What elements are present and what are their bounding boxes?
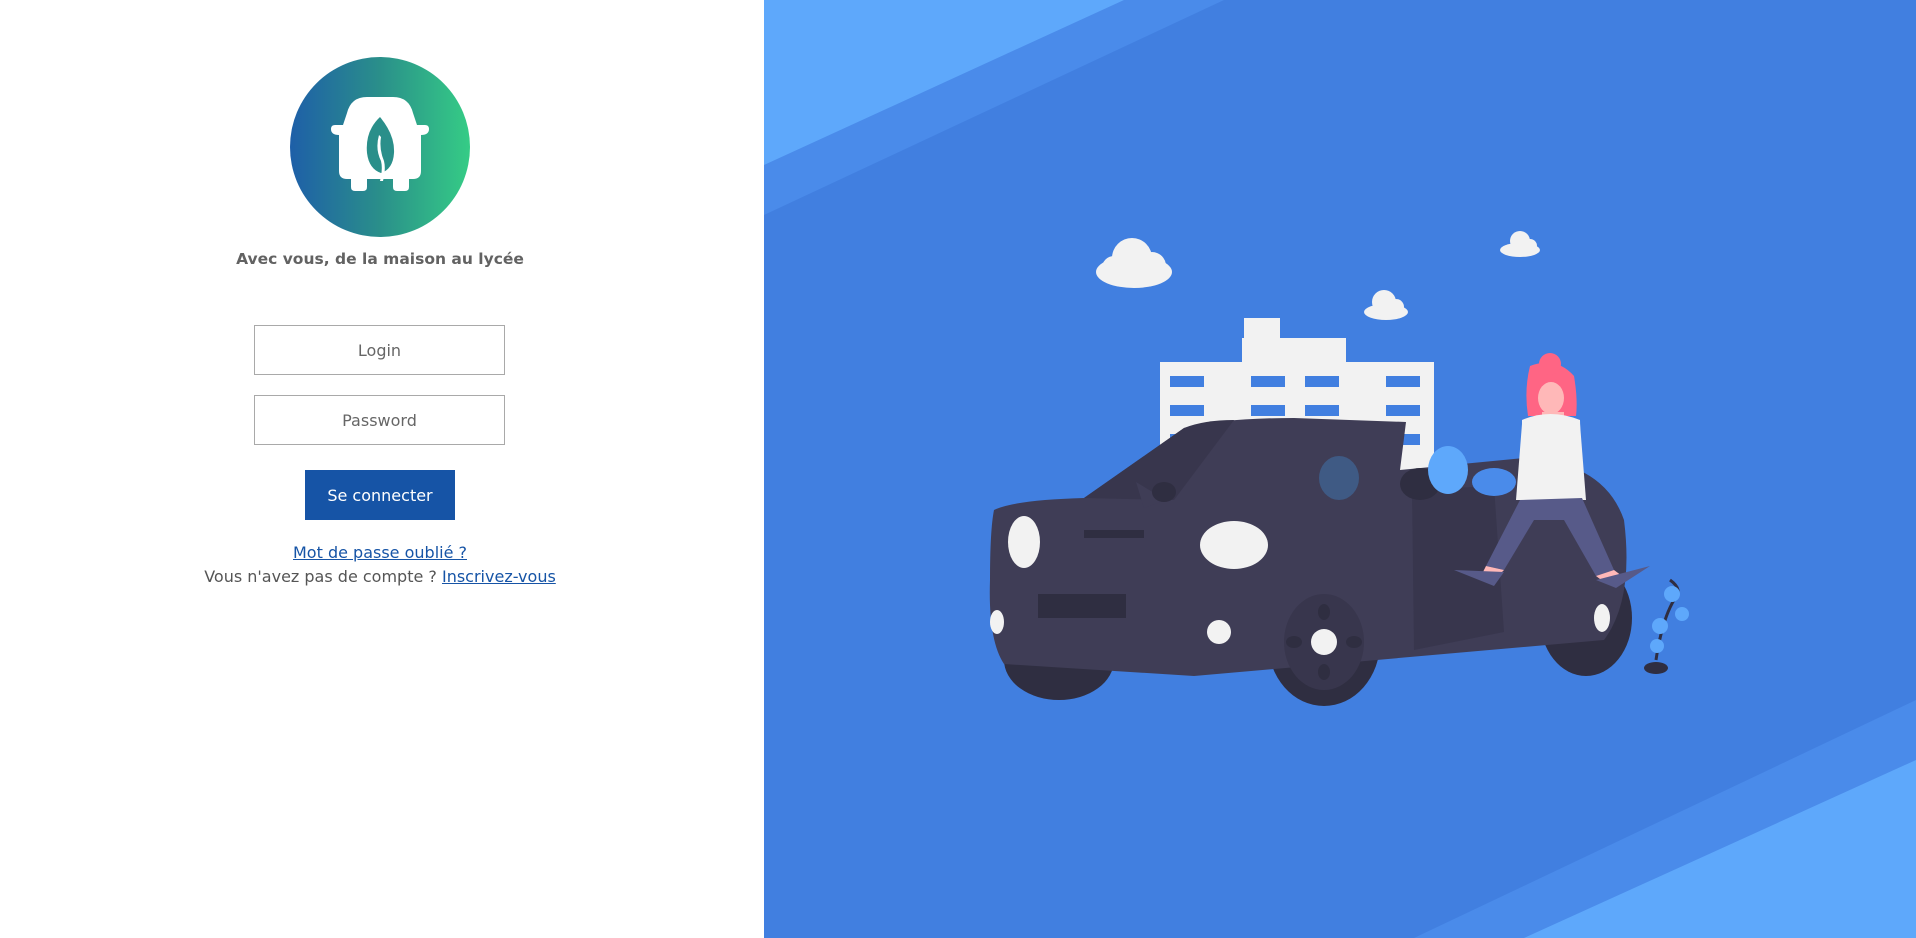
login-button[interactable]: Se connecter <box>305 470 455 520</box>
app-logo <box>290 57 470 237</box>
no-account-text: Vous n'avez pas de compte ? <box>204 567 437 586</box>
plant-illustration <box>1644 578 1689 674</box>
signup-prompt: Vous n'avez pas de compte ? Inscrivez-vo… <box>0 567 760 586</box>
cloud-icon <box>1364 290 1408 320</box>
signup-link[interactable]: Inscrivez-vous <box>442 567 556 586</box>
illustration-panel <box>764 0 1916 938</box>
car-leaf-icon <box>331 97 429 191</box>
cloud-icon <box>1096 238 1172 288</box>
login-input[interactable] <box>254 325 505 375</box>
login-panel: Avec vous, de la maison au lycée Se conn… <box>0 0 764 938</box>
car-illustration <box>989 231 1689 706</box>
password-input[interactable] <box>254 395 505 445</box>
forgot-password-link[interactable]: Mot de passe oublié ? <box>0 543 760 562</box>
cloud-icon <box>1500 231 1540 257</box>
tagline: Avec vous, de la maison au lycée <box>236 250 524 268</box>
